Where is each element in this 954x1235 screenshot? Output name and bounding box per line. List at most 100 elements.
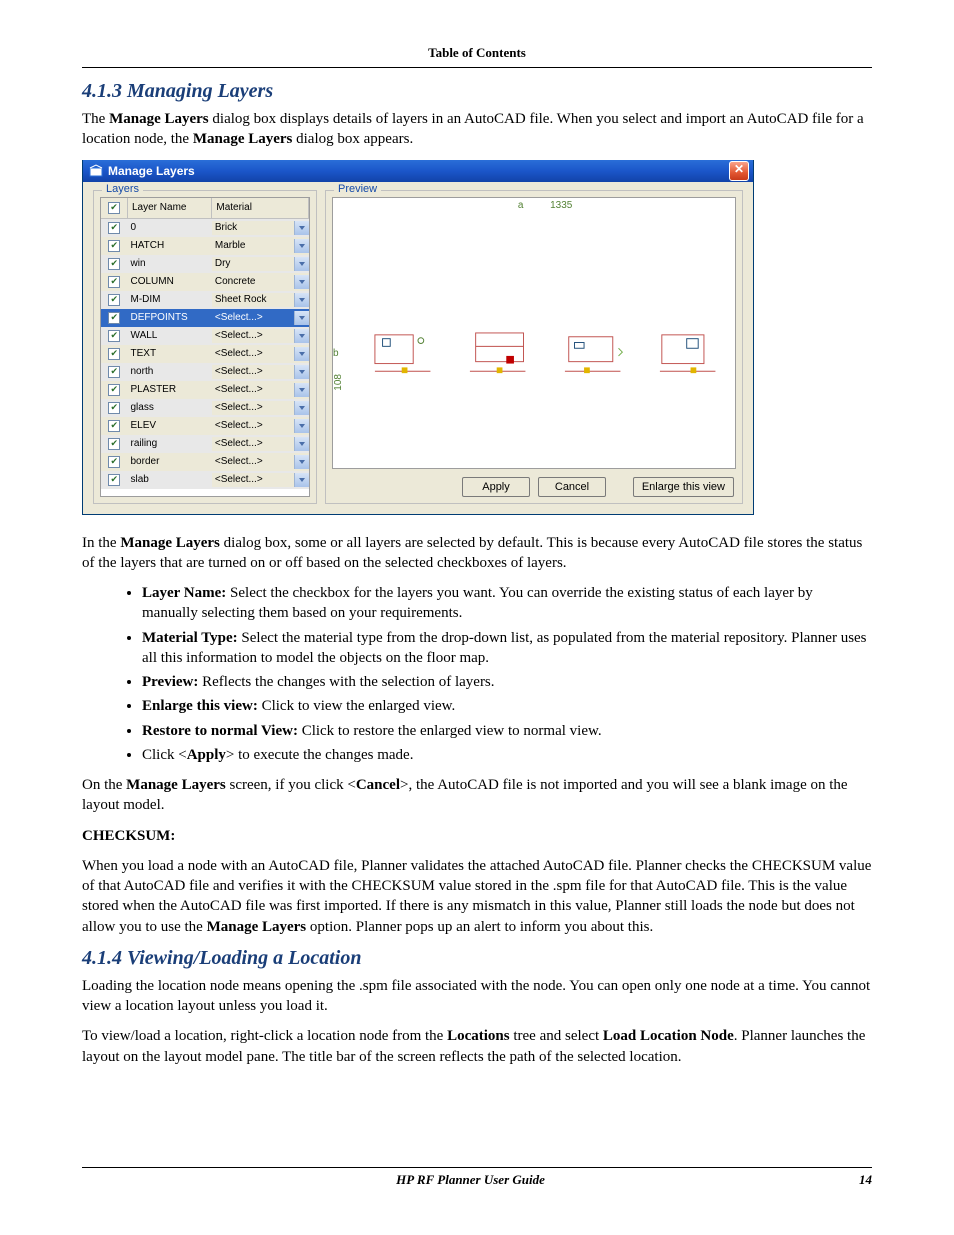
chevron-down-icon[interactable] [294,275,309,289]
row-check-cell[interactable]: ✔ [101,327,128,345]
check-icon[interactable]: ✔ [108,312,120,324]
material-cell[interactable]: <Select...> [212,453,309,471]
table-row[interactable]: ✔PLASTER<Select...> [101,381,309,399]
table-row[interactable]: ✔north<Select...> [101,363,309,381]
check-icon[interactable]: ✔ [108,420,120,432]
material-cell[interactable]: <Select...> [212,345,309,363]
material-value: <Select...> [212,438,266,449]
chevron-down-icon[interactable] [294,473,309,487]
col-material[interactable]: Material [212,198,309,219]
close-icon[interactable]: ✕ [729,161,749,181]
material-value: Marble [212,240,249,251]
check-icon[interactable]: ✔ [108,438,120,450]
check-icon[interactable]: ✔ [108,258,120,270]
table-row[interactable]: ✔border<Select...> [101,453,309,471]
chevron-down-icon[interactable] [294,419,309,433]
row-check-cell[interactable]: ✔ [101,399,128,417]
material-cell[interactable]: <Select...> [212,327,309,345]
table-row[interactable]: ✔COLUMNConcrete [101,273,309,291]
text: option. Planner pops up an alert to info… [306,919,653,935]
row-check-cell[interactable]: ✔ [101,363,128,381]
material-value: <Select...> [212,348,266,359]
table-row[interactable]: ✔WALL<Select...> [101,327,309,345]
row-check-cell[interactable]: ✔ [101,291,128,309]
material-cell[interactable]: Concrete [212,273,309,291]
chevron-down-icon[interactable] [294,221,309,235]
row-check-cell[interactable]: ✔ [101,417,128,435]
apply-button[interactable]: Apply [462,477,530,497]
material-value: <Select...> [212,456,266,467]
table-row[interactable]: ✔HATCHMarble [101,237,309,255]
chevron-down-icon[interactable] [294,329,309,343]
table-row[interactable]: ✔railing<Select...> [101,435,309,453]
chevron-down-icon[interactable] [294,365,309,379]
table-row[interactable]: ✔ELEV<Select...> [101,417,309,435]
titlebar[interactable]: Manage Layers ✕ [83,160,753,182]
text-bold: Manage Layers [120,535,220,551]
row-check-cell[interactable]: ✔ [101,309,128,327]
material-cell[interactable]: <Select...> [212,363,309,381]
row-check-cell[interactable]: ✔ [101,237,128,255]
chevron-down-icon[interactable] [294,311,309,325]
section-414-title: 4.1.4 Viewing/Loading a Location [82,947,872,970]
col-layer-name[interactable]: Layer Name [128,198,212,219]
preview-legend: Preview [334,183,381,195]
check-icon[interactable]: ✔ [108,276,120,288]
chevron-down-icon[interactable] [294,293,309,307]
material-cell[interactable]: Dry [212,255,309,273]
cancel-button[interactable]: Cancel [538,477,606,497]
chevron-down-icon[interactable] [294,383,309,397]
table-row[interactable]: ✔glass<Select...> [101,399,309,417]
preview-label-b: b [333,348,339,359]
chevron-down-icon[interactable] [294,401,309,415]
checksum-para: When you load a node with an AutoCAD fil… [82,856,872,937]
check-icon[interactable]: ✔ [108,474,120,486]
row-check-cell[interactable]: ✔ [101,273,128,291]
table-row[interactable]: ✔winDry [101,255,309,273]
material-cell[interactable]: Brick [212,218,309,237]
material-cell[interactable]: <Select...> [212,417,309,435]
material-value: Concrete [212,276,259,287]
table-row[interactable]: ✔M-DIMSheet Rock [101,291,309,309]
material-cell[interactable]: Sheet Rock [212,291,309,309]
check-icon[interactable]: ✔ [108,402,120,414]
material-cell[interactable]: <Select...> [212,381,309,399]
material-value: <Select...> [212,402,266,413]
check-icon[interactable]: ✔ [108,294,120,306]
preview-label-a: a [518,200,524,211]
chevron-down-icon[interactable] [294,437,309,451]
row-check-cell[interactable]: ✔ [101,255,128,273]
material-cell[interactable]: <Select...> [212,471,309,489]
row-check-cell[interactable]: ✔ [101,345,128,363]
material-cell[interactable]: <Select...> [212,435,309,453]
col-check[interactable]: ✔ [101,198,128,219]
table-row[interactable]: ✔DEFPOINTS<Select...> [101,309,309,327]
check-icon[interactable]: ✔ [108,348,120,360]
table-row[interactable]: ✔TEXT<Select...> [101,345,309,363]
text: Click to view the enlarged view. [258,698,455,714]
chevron-down-icon[interactable] [294,347,309,361]
section-413-title: 4.1.3 Managing Layers [82,80,872,103]
chevron-down-icon[interactable] [294,455,309,469]
chevron-down-icon[interactable] [294,257,309,271]
material-cell[interactable]: <Select...> [212,309,309,327]
check-icon[interactable]: ✔ [108,384,120,396]
table-row[interactable]: ✔0Brick [101,218,309,237]
material-cell[interactable]: Marble [212,237,309,255]
check-icon[interactable]: ✔ [108,330,120,342]
enlarge-button[interactable]: Enlarge this view [633,477,734,497]
material-value: Brick [212,222,240,233]
row-check-cell[interactable]: ✔ [101,381,128,399]
row-check-cell[interactable]: ✔ [101,435,128,453]
row-check-cell[interactable]: ✔ [101,218,128,237]
row-check-cell[interactable]: ✔ [101,471,128,489]
table-row[interactable]: ✔slab<Select...> [101,471,309,489]
check-icon[interactable]: ✔ [108,366,120,378]
check-icon[interactable]: ✔ [108,456,120,468]
check-icon[interactable]: ✔ [108,222,120,234]
header-check-icon[interactable]: ✔ [108,202,120,214]
row-check-cell[interactable]: ✔ [101,453,128,471]
check-icon[interactable]: ✔ [108,240,120,252]
chevron-down-icon[interactable] [294,239,309,253]
material-cell[interactable]: <Select...> [212,399,309,417]
